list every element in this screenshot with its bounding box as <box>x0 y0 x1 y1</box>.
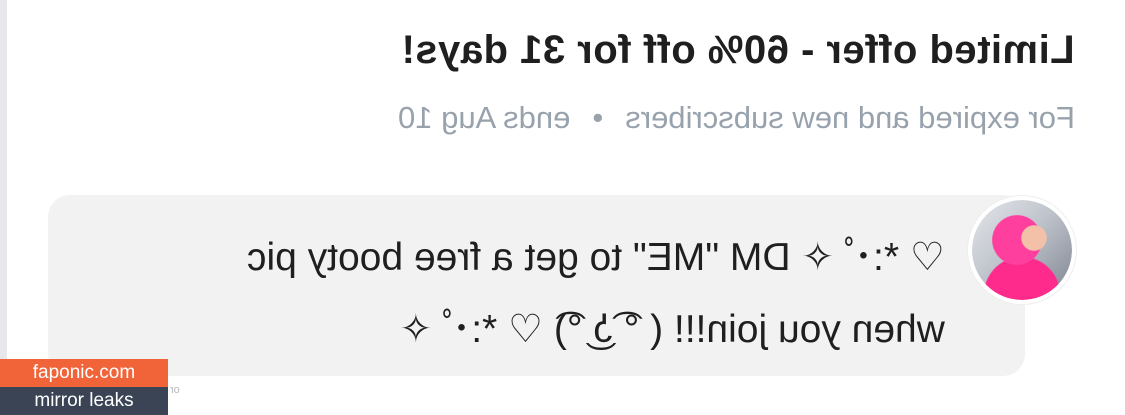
watermark-badge: faponic.com mirror leaks <box>0 359 168 415</box>
message-body: ♡ *:･ﾟ✧ DM "ME" to get a free booty pic … <box>247 222 945 366</box>
creator-avatar[interactable] <box>968 196 1076 304</box>
offer-header: Limited offer - 60% off for 31 days! <box>401 28 1075 73</box>
watermark-tagline: mirror leaks <box>0 387 168 415</box>
message-text: ♡ *:･ﾟ✧ DM "ME" to get a free booty pic … <box>247 236 945 351</box>
offer-subtitle: For expired and new subscribers • ends Aug… <box>398 100 1075 136</box>
avatar-photo <box>972 200 1072 300</box>
offer-subtitle-line: For expired and new subscribers • ends Aug… <box>398 100 1075 136</box>
offer-end-date: ends Aug 10 <box>398 100 571 135</box>
watermark-site: faponic.com <box>0 359 168 387</box>
offer-audience: For expired and new subscribers <box>625 100 1075 135</box>
offer-title: Limited offer - 60% off for 31 days! <box>401 28 1075 72</box>
left-divider <box>0 0 7 415</box>
separator-dot: • <box>592 100 604 135</box>
cut-off-text: or <box>170 384 180 396</box>
